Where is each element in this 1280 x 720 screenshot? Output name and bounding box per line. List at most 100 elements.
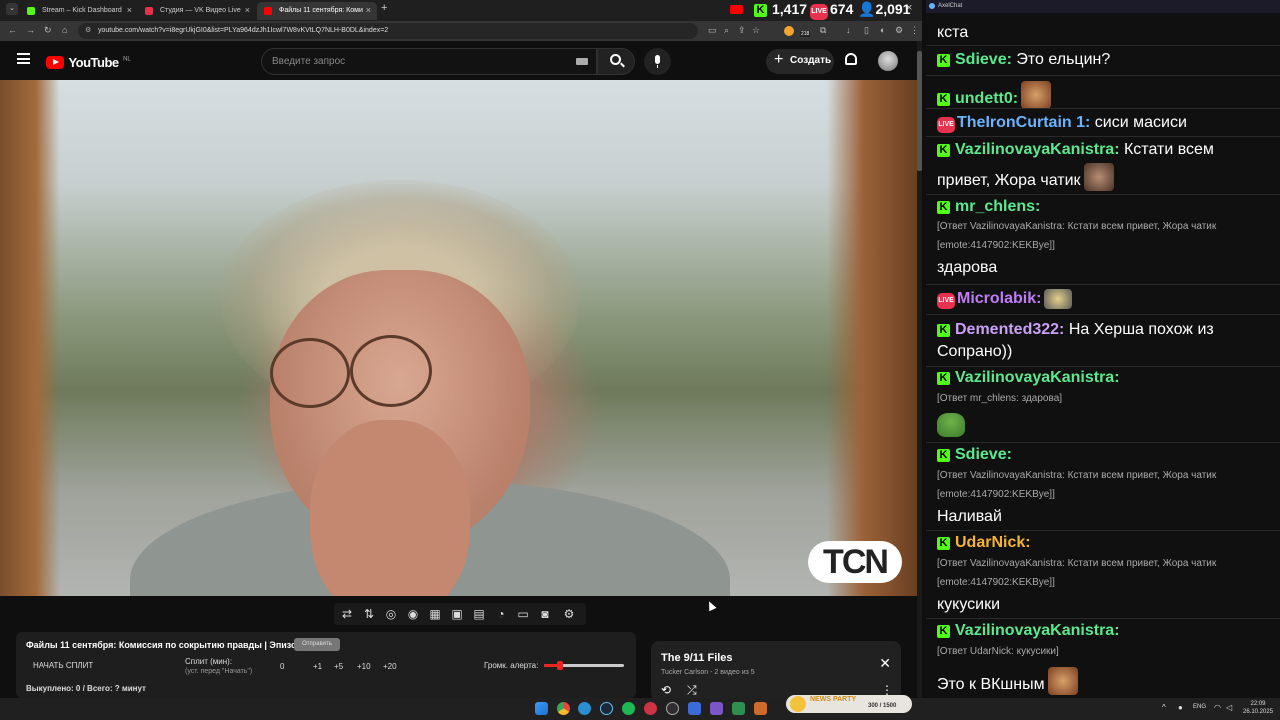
youtube-logo[interactable]: YouTube NL — [46, 54, 131, 72]
voice-search-button[interactable] — [644, 48, 671, 75]
system-clock[interactable]: 22:09 26.10.2025 — [1243, 700, 1273, 716]
obs-icon[interactable] — [666, 702, 679, 715]
username[interactable]: UdarNick — [955, 534, 1025, 551]
url-field[interactable]: ⚙ youtube.com/watch?v=i8egrUkjGI0&list=P… — [78, 23, 698, 39]
reply-quote: [Ответ VazilinovayaKanistra: Кстати всем… — [937, 558, 1217, 569]
app-icon[interactable] — [710, 702, 723, 715]
forward-icon[interactable]: → — [26, 25, 35, 35]
gear-icon[interactable]: ⚙ — [560, 607, 578, 621]
bookmark-star-icon[interactable]: ☆ — [752, 25, 760, 36]
reload-icon[interactable]: ↻ — [44, 25, 52, 36]
wifi-icon[interactable]: ◠ — [1214, 703, 1221, 712]
username[interactable]: TheIronCurtain 1 — [957, 114, 1085, 131]
menu-kebab-icon[interactable]: ⋮ — [910, 25, 919, 36]
hamburger-menu-icon[interactable] — [17, 53, 30, 64]
settings-icon[interactable]: ⚙ — [895, 25, 903, 36]
slider-knob[interactable] — [557, 661, 563, 670]
kick-icon: K — [937, 625, 950, 638]
extensions-puzzle-icon[interactable]: ⧉ — [820, 25, 826, 36]
download-icon[interactable]: ↓ — [846, 25, 851, 35]
kick-icon: K — [937, 324, 950, 337]
kick-icon: K — [937, 93, 950, 106]
split-plus-1-button[interactable]: +1 — [313, 662, 322, 671]
microphone-tray-icon[interactable]: ● — [1178, 703, 1183, 712]
sidebar-icon[interactable]: ▯ — [864, 25, 869, 36]
close-tab-icon[interactable]: × — [366, 5, 371, 15]
tab-kick-dashboard[interactable]: Stream – Kick Dashboard × — [20, 2, 138, 20]
close-tab-icon[interactable]: × — [127, 5, 132, 15]
theater-icon[interactable]: ▤ — [470, 607, 488, 621]
loop-playlist-icon[interactable]: ⟲ — [661, 683, 671, 697]
tab-vk-studio[interactable]: Студия — VK Видео Live × — [138, 2, 256, 20]
create-button[interactable]: + Создать — [766, 49, 834, 74]
cast-icon[interactable]: ▭ — [708, 25, 717, 36]
username[interactable]: VazilinovayaKanistra — [955, 369, 1114, 386]
playlist-subtitle: Tucker Carlson - 2 видео из 5 — [661, 669, 755, 676]
start-menu-icon[interactable] — [535, 702, 548, 715]
banner-count: 300 / 1500 — [868, 703, 897, 709]
speed-icon[interactable]: ◉ — [404, 607, 422, 621]
subtitle-icon[interactable]: ▭ — [514, 607, 532, 621]
playlist-title[interactable]: The 9/11 Files — [661, 652, 733, 664]
browser-icon[interactable] — [578, 702, 591, 715]
app-icon[interactable] — [688, 702, 701, 715]
screenshot-camera-icon[interactable]: ◙ — [536, 607, 554, 621]
pip-icon[interactable]: ▣ — [448, 607, 466, 621]
alert-volume-slider[interactable] — [544, 661, 624, 670]
notifications-bell-icon[interactable] — [845, 53, 857, 65]
gauge-icon[interactable]: ◔ — [492, 607, 510, 621]
username[interactable]: Sdieve — [955, 51, 1007, 68]
close-playlist-icon[interactable]: ✕ — [879, 655, 891, 672]
zoom-icon[interactable]: ⌕ — [724, 25, 729, 36]
username[interactable]: undett0 — [955, 90, 1013, 107]
username[interactable]: VazilinovayaKanistra — [955, 141, 1114, 158]
home-icon[interactable]: ⌂ — [62, 25, 67, 35]
username[interactable]: Microlabik — [957, 290, 1036, 307]
search-button[interactable] — [597, 48, 635, 75]
clapperboard-icon[interactable]: ▦ — [426, 607, 444, 621]
share-icon[interactable]: ⇪ — [738, 25, 746, 36]
spotify-icon[interactable] — [622, 702, 635, 715]
split-plus-20-button[interactable]: +20 — [383, 662, 397, 671]
kick-icon: K — [754, 4, 767, 17]
app-icon[interactable] — [754, 702, 767, 715]
back-icon[interactable]: ← — [8, 25, 17, 35]
send-button[interactable]: Отправить — [294, 638, 340, 651]
username[interactable]: Sdieve — [955, 446, 1007, 463]
extension-icon[interactable] — [784, 26, 794, 36]
video-player[interactable]: TCN — [0, 80, 917, 596]
volume-icon[interactable]: ◁ — [1226, 703, 1232, 712]
reply-quote: [emote:4147902:KEKBye]] — [937, 577, 1055, 588]
avatar[interactable] — [878, 51, 898, 71]
page-scrollbar[interactable] — [917, 41, 922, 698]
vk-viewers: LIVE 674 — [810, 1, 853, 20]
input-language[interactable]: ENG — [1193, 704, 1206, 710]
chat-message: кста — [926, 13, 1280, 45]
chevron-up-icon[interactable]: ^ — [1162, 703, 1166, 712]
chrome-icon[interactable] — [557, 702, 570, 715]
close-window-icon[interactable]: × — [906, 2, 912, 14]
new-tab-button[interactable]: + — [381, 2, 387, 14]
loop-icon[interactable]: ⇄ — [338, 607, 356, 621]
app-icon[interactable] — [732, 702, 745, 715]
app-icon[interactable] — [644, 702, 657, 715]
username[interactable]: mr_chlens — [955, 198, 1035, 215]
shuffle-icon[interactable]: ⤮ — [687, 683, 697, 698]
tab-search-button[interactable]: ⌄ — [6, 3, 18, 15]
username[interactable]: VazilinovayaKanistra — [955, 622, 1114, 639]
profile-icon[interactable]: ◐ — [880, 25, 885, 35]
browser-window: ⌄ Stream – Kick Dashboard × Студия — VK … — [0, 0, 922, 698]
close-tab-icon[interactable]: × — [245, 5, 250, 15]
tab-youtube-video[interactable]: Файлы 11 сентября: Коми × — [257, 2, 377, 20]
split-plus-10-button[interactable]: +10 — [357, 662, 371, 671]
site-info-icon[interactable]: ⚙ — [85, 26, 91, 34]
username[interactable]: Demented322 — [955, 321, 1059, 338]
address-bar-row: ← → ↻ ⌂ ⚙ youtube.com/watch?v=i8egrUkjGI… — [0, 21, 922, 41]
sort-icon[interactable]: ⇅ — [360, 607, 378, 621]
steam-icon[interactable] — [600, 702, 613, 715]
keyboard-icon[interactable] — [576, 58, 588, 65]
split-plus-5-button[interactable]: +5 — [334, 662, 343, 671]
start-split-button[interactable]: НАЧАТЬ СПЛИТ — [33, 661, 93, 670]
audio-icon[interactable]: ◎ — [382, 607, 400, 621]
search-input[interactable]: Введите запрос — [261, 48, 597, 75]
